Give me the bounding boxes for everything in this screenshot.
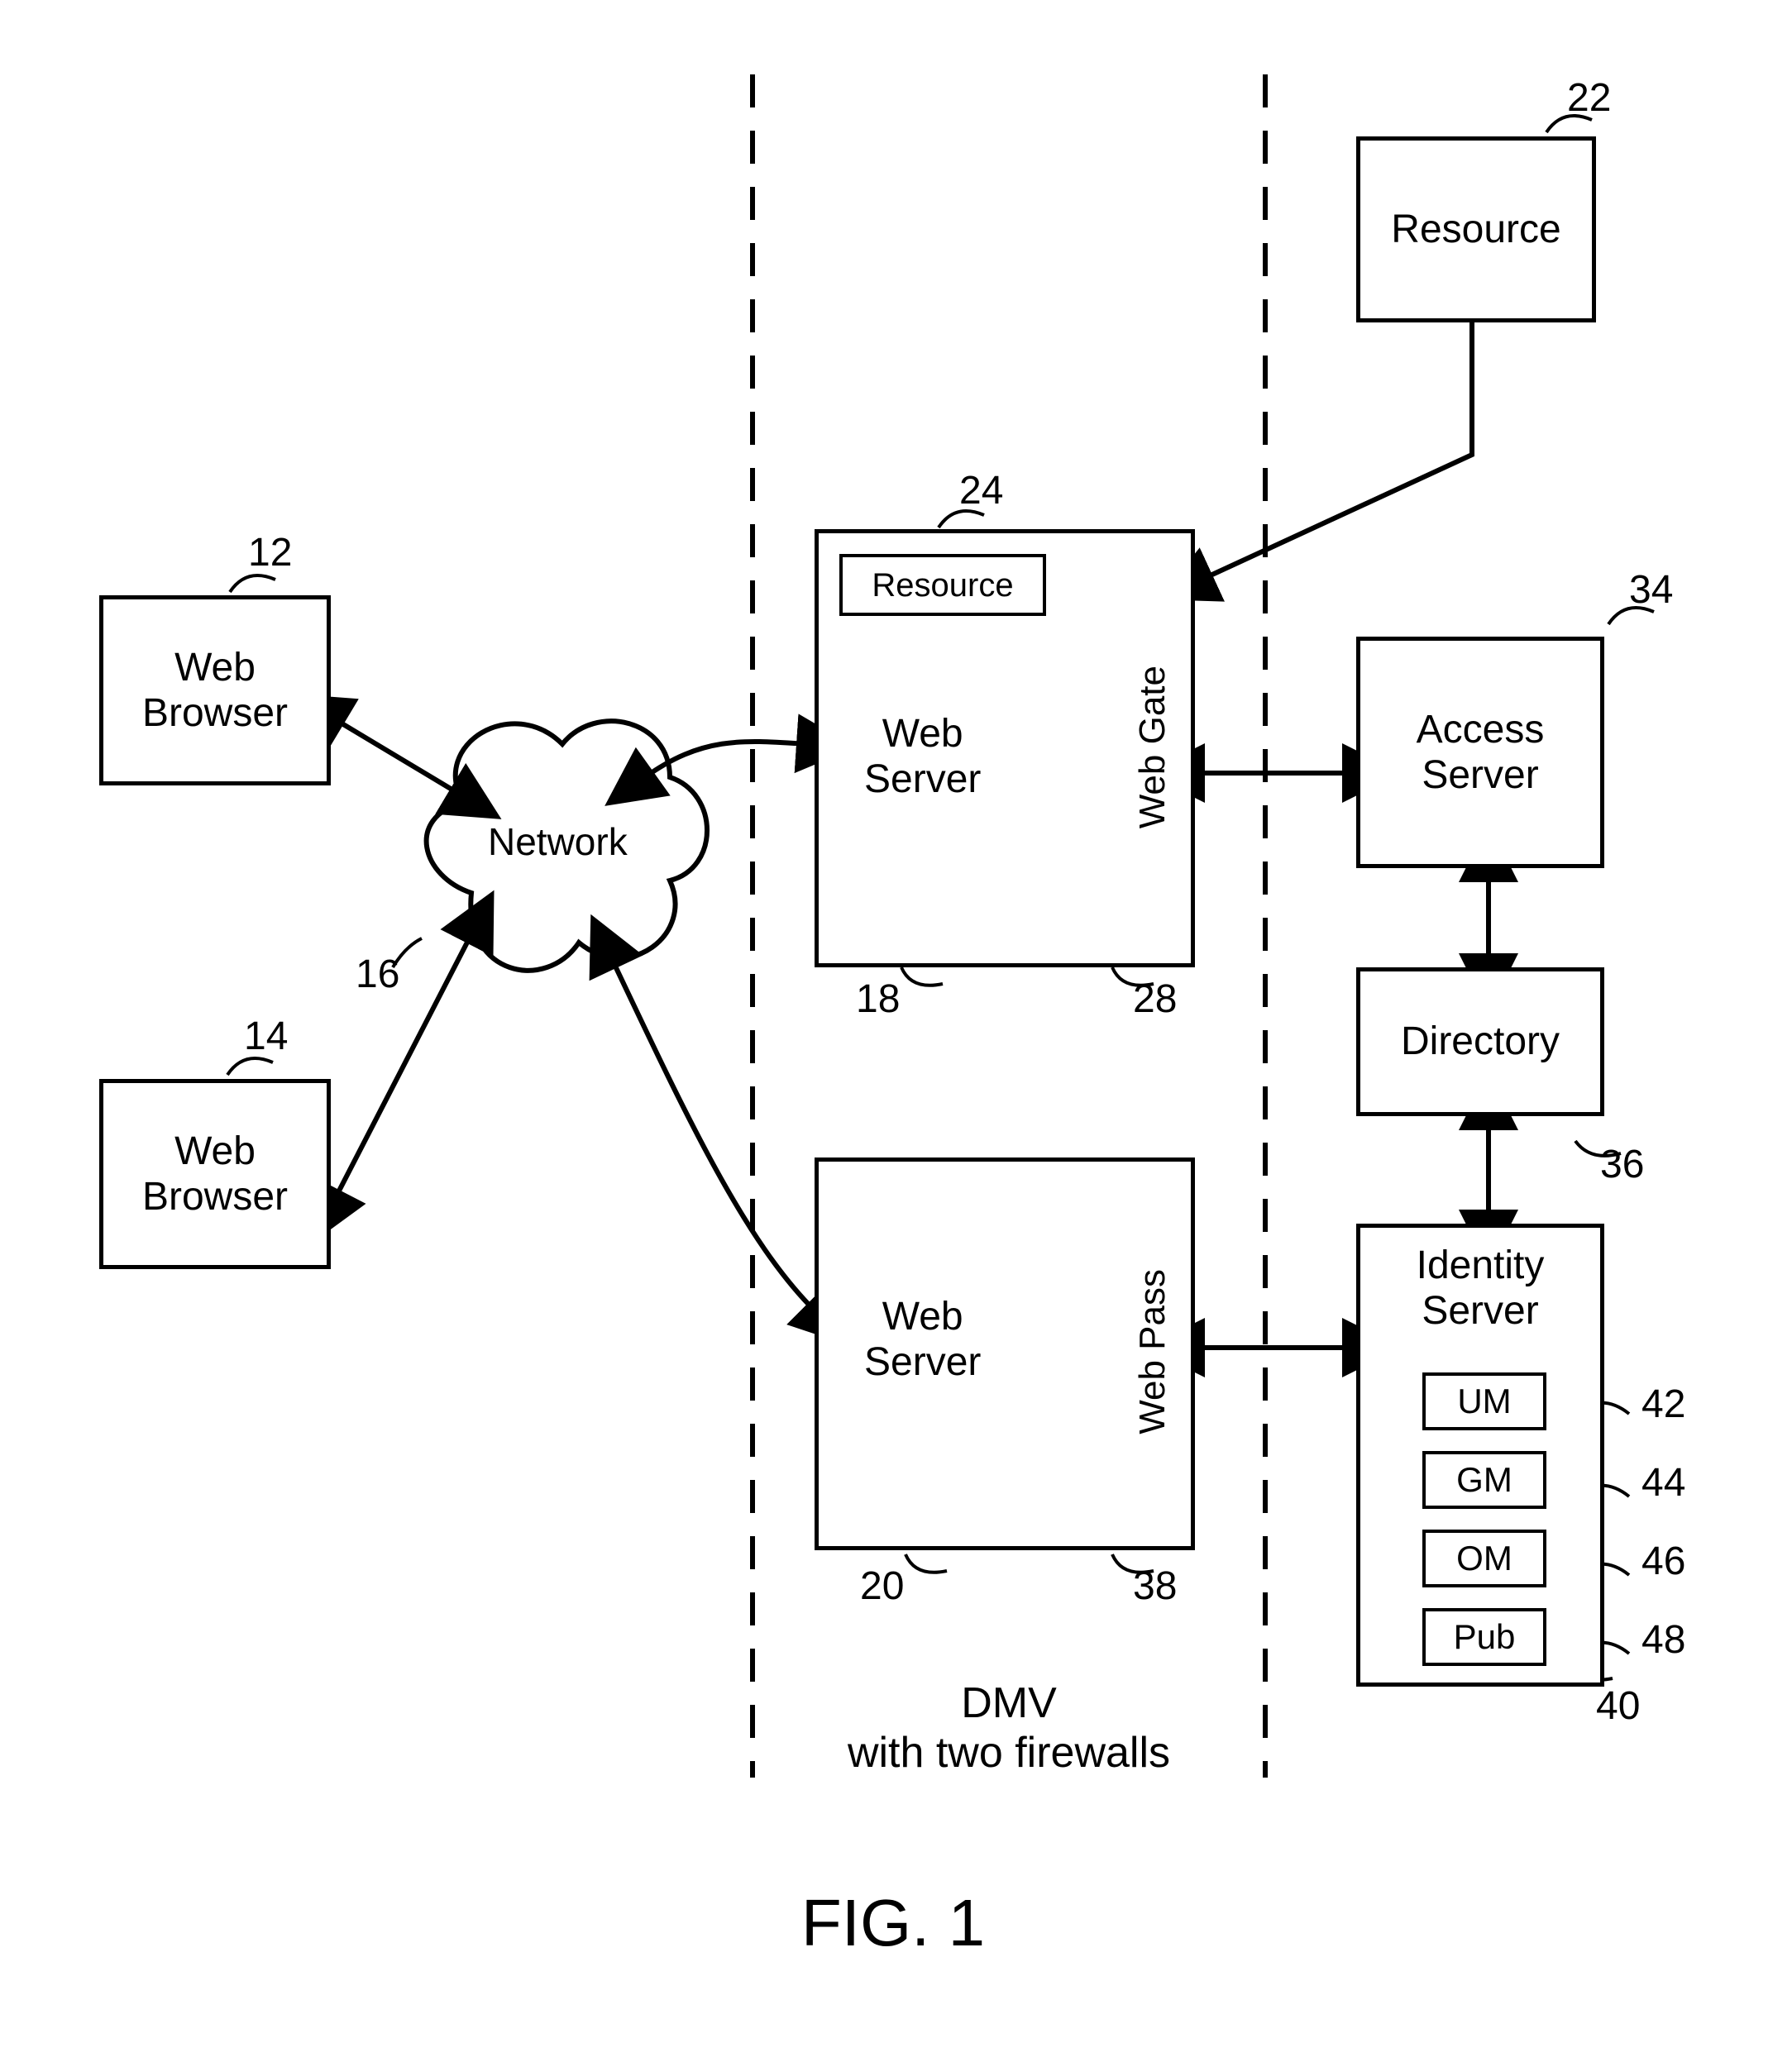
- resource-box-24: Resource: [839, 554, 1046, 616]
- directory-label: Directory: [1401, 1019, 1560, 1064]
- ref-28: 28: [1133, 980, 1177, 1019]
- ref-44: 44: [1641, 1463, 1685, 1503]
- web-browser-2-label: Web Browser: [142, 1129, 288, 1220]
- gm-label: GM: [1456, 1460, 1512, 1500]
- resource-box-22: Resource: [1356, 136, 1596, 322]
- gm-box: GM: [1422, 1451, 1546, 1509]
- directory-box: Directory: [1356, 967, 1604, 1116]
- ref-20: 20: [860, 1567, 904, 1606]
- zone-caption: DMV with two firewalls: [802, 1678, 1216, 1778]
- ref-18: 18: [856, 980, 900, 1019]
- identity-server-label: Identity Server: [1360, 1243, 1600, 1334]
- ref-16: 16: [356, 955, 399, 995]
- ref-40: 40: [1596, 1687, 1640, 1726]
- access-server-box: Access Server: [1356, 637, 1604, 868]
- identity-server-box: Identity Server UM GM OM Pub: [1356, 1224, 1604, 1687]
- web-server-20-label: Web Server: [864, 1294, 981, 1385]
- ref-42: 42: [1641, 1385, 1685, 1425]
- figure-label: FIG. 1: [728, 1885, 1058, 1961]
- ref-48: 48: [1641, 1620, 1685, 1660]
- web-browser-box-1: Web Browser: [99, 595, 331, 785]
- diagram-canvas: Web Browser 12 Web Browser 14 Network 16…: [0, 0, 1792, 2062]
- web-gate-label: Web Gate: [1132, 666, 1174, 828]
- ref-38: 38: [1133, 1567, 1177, 1606]
- web-server-18-label: Web Server: [864, 711, 981, 802]
- om-label: OM: [1456, 1539, 1512, 1578]
- web-pass-label: Web Pass: [1132, 1269, 1174, 1434]
- web-server-box-20: Web Server Web Pass: [815, 1157, 1195, 1550]
- um-label: UM: [1457, 1382, 1511, 1421]
- web-browser-box-2: Web Browser: [99, 1079, 331, 1269]
- ref-14: 14: [244, 1017, 288, 1057]
- ref-34: 34: [1629, 570, 1673, 610]
- resource-24-label: Resource: [872, 566, 1013, 604]
- om-box: OM: [1422, 1530, 1546, 1587]
- ref-22: 22: [1567, 79, 1611, 118]
- access-server-label: Access Server: [1417, 707, 1545, 798]
- pub-box: Pub: [1422, 1608, 1546, 1666]
- ref-12: 12: [248, 533, 292, 573]
- network-label: Network: [488, 823, 628, 861]
- ref-24: 24: [959, 471, 1003, 511]
- web-browser-1-label: Web Browser: [142, 645, 288, 736]
- pub-label: Pub: [1454, 1617, 1516, 1657]
- resource-22-label: Resource: [1391, 207, 1560, 252]
- ref-46: 46: [1641, 1542, 1685, 1582]
- web-server-box-18: Resource Web Server Web Gate: [815, 529, 1195, 967]
- um-box: UM: [1422, 1372, 1546, 1430]
- ref-36: 36: [1600, 1145, 1644, 1185]
